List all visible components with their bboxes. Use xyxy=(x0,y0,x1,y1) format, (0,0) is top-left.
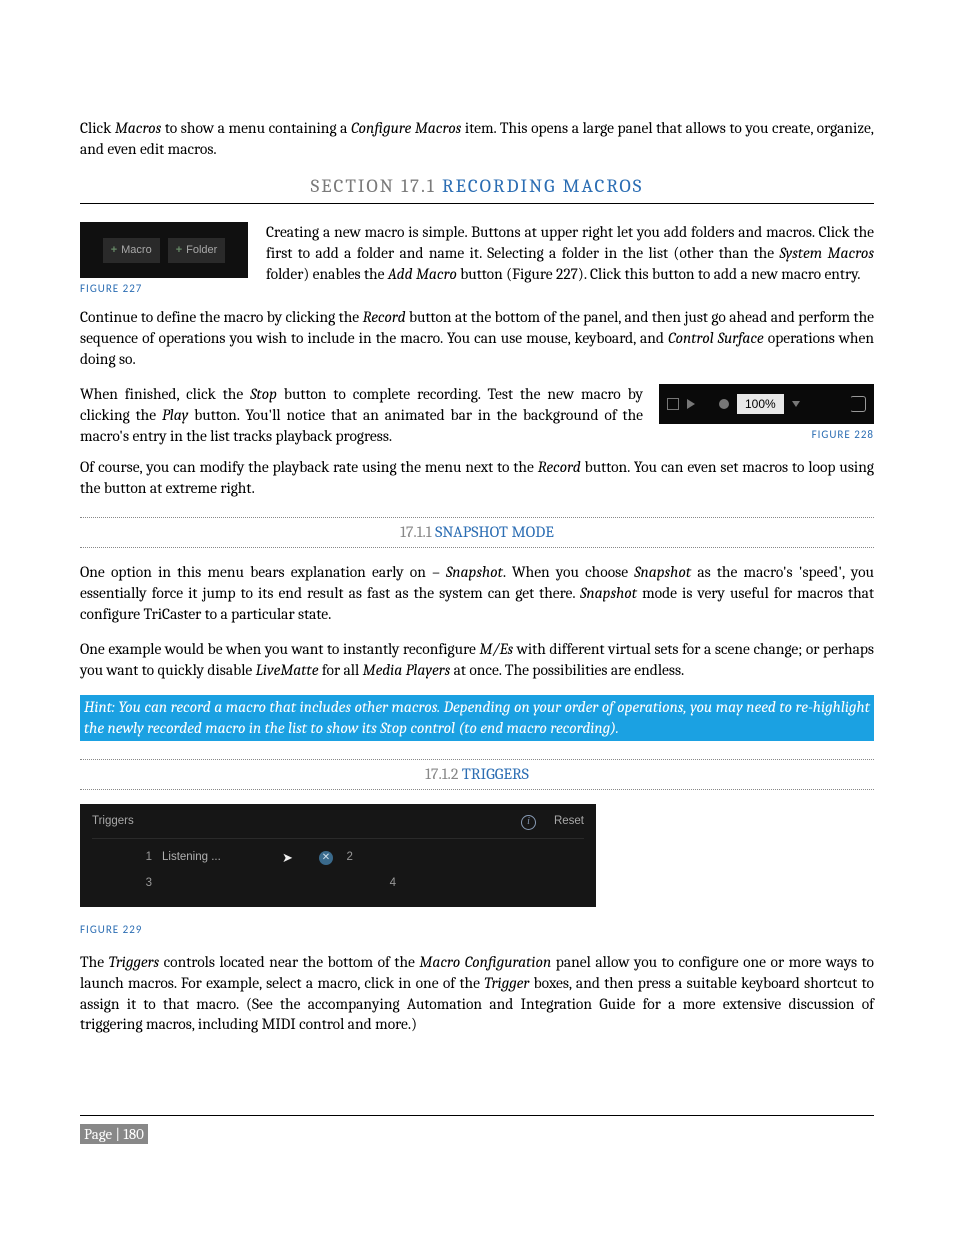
trigger-number: 1 xyxy=(92,850,162,866)
cursor-icon: ➤ xyxy=(282,849,293,867)
figure-227-caption: FIGURE 227 xyxy=(80,282,250,297)
subsection-title-link: TRIGGERS xyxy=(462,765,529,783)
paragraph: Creating a new macro is simple. Buttons … xyxy=(266,222,874,285)
add-macro-button[interactable]: + Macro xyxy=(103,238,160,263)
trigger-row[interactable]: 1 Listening ... ➤ ✕ 2 xyxy=(92,845,584,871)
add-folder-button[interactable]: + Folder xyxy=(168,238,226,263)
info-icon[interactable]: i xyxy=(521,815,536,830)
figure-228-caption: FIGURE 228 xyxy=(659,428,874,443)
stop-icon[interactable] xyxy=(667,398,679,410)
figure-227-image: + Macro + Folder xyxy=(80,222,248,278)
paragraph: One example would be when you want to in… xyxy=(80,639,874,681)
intro-paragraph: Click Macros to show a menu containing a… xyxy=(80,118,874,160)
loop-icon[interactable] xyxy=(850,396,866,412)
paragraph: One option in this menu bears explanatio… xyxy=(80,562,874,625)
macro-button-label: Macro xyxy=(121,243,152,258)
trigger-number: 4 xyxy=(376,876,406,892)
subsection-prefix: 17.1.1 xyxy=(400,523,435,541)
paragraph: Of course, you can modify the playback r… xyxy=(80,457,874,499)
record-icon[interactable] xyxy=(719,399,729,409)
reset-button[interactable]: Reset xyxy=(554,814,584,830)
section-17-1-heading: SECTION 17.1 RECORDING MACROS xyxy=(80,174,874,205)
triggers-panel-label: Triggers xyxy=(92,814,134,830)
subsection-title-link: SNAPSHOT MODE xyxy=(435,523,554,541)
playback-rate-value[interactable]: 100% xyxy=(737,394,784,414)
figure-228-image: 100% xyxy=(659,384,874,424)
subsection-prefix: 17.1.2 xyxy=(425,765,462,783)
subsection-17-1-1-heading: 17.1.1 SNAPSHOT MODE xyxy=(80,517,874,549)
trigger-row[interactable]: 3 4 xyxy=(92,871,584,897)
hint-box: Hint: You can record a macro that includ… xyxy=(80,695,874,741)
plus-icon: + xyxy=(111,243,117,258)
trigger-number: 2 xyxy=(333,850,363,866)
section-title-link: RECORDING MACROS xyxy=(442,175,643,197)
figure-229-image: Triggers i Reset 1 Listening ... ➤ ✕ 2 3… xyxy=(80,804,596,907)
figure-229-caption: FIGURE 229 xyxy=(80,923,874,938)
trigger-status: Listening ... xyxy=(162,850,322,866)
play-icon[interactable] xyxy=(687,399,695,409)
paragraph: The Triggers controls located near the b… xyxy=(80,952,874,1036)
paragraph: Continue to define the macro by clicking… xyxy=(80,307,874,370)
plus-icon: + xyxy=(176,243,182,258)
close-icon[interactable]: ✕ xyxy=(319,851,333,865)
paragraph: When finished, click the Stop button to … xyxy=(80,384,643,447)
page-footer: Page | 180 xyxy=(80,1115,874,1145)
page-number: Page | 180 xyxy=(80,1124,148,1144)
folder-button-label: Folder xyxy=(186,243,217,258)
dropdown-icon[interactable] xyxy=(792,401,800,407)
trigger-number: 3 xyxy=(92,876,162,892)
section-prefix: SECTION 17.1 xyxy=(311,175,442,197)
subsection-17-1-2-heading: 17.1.2 TRIGGERS xyxy=(80,759,874,791)
